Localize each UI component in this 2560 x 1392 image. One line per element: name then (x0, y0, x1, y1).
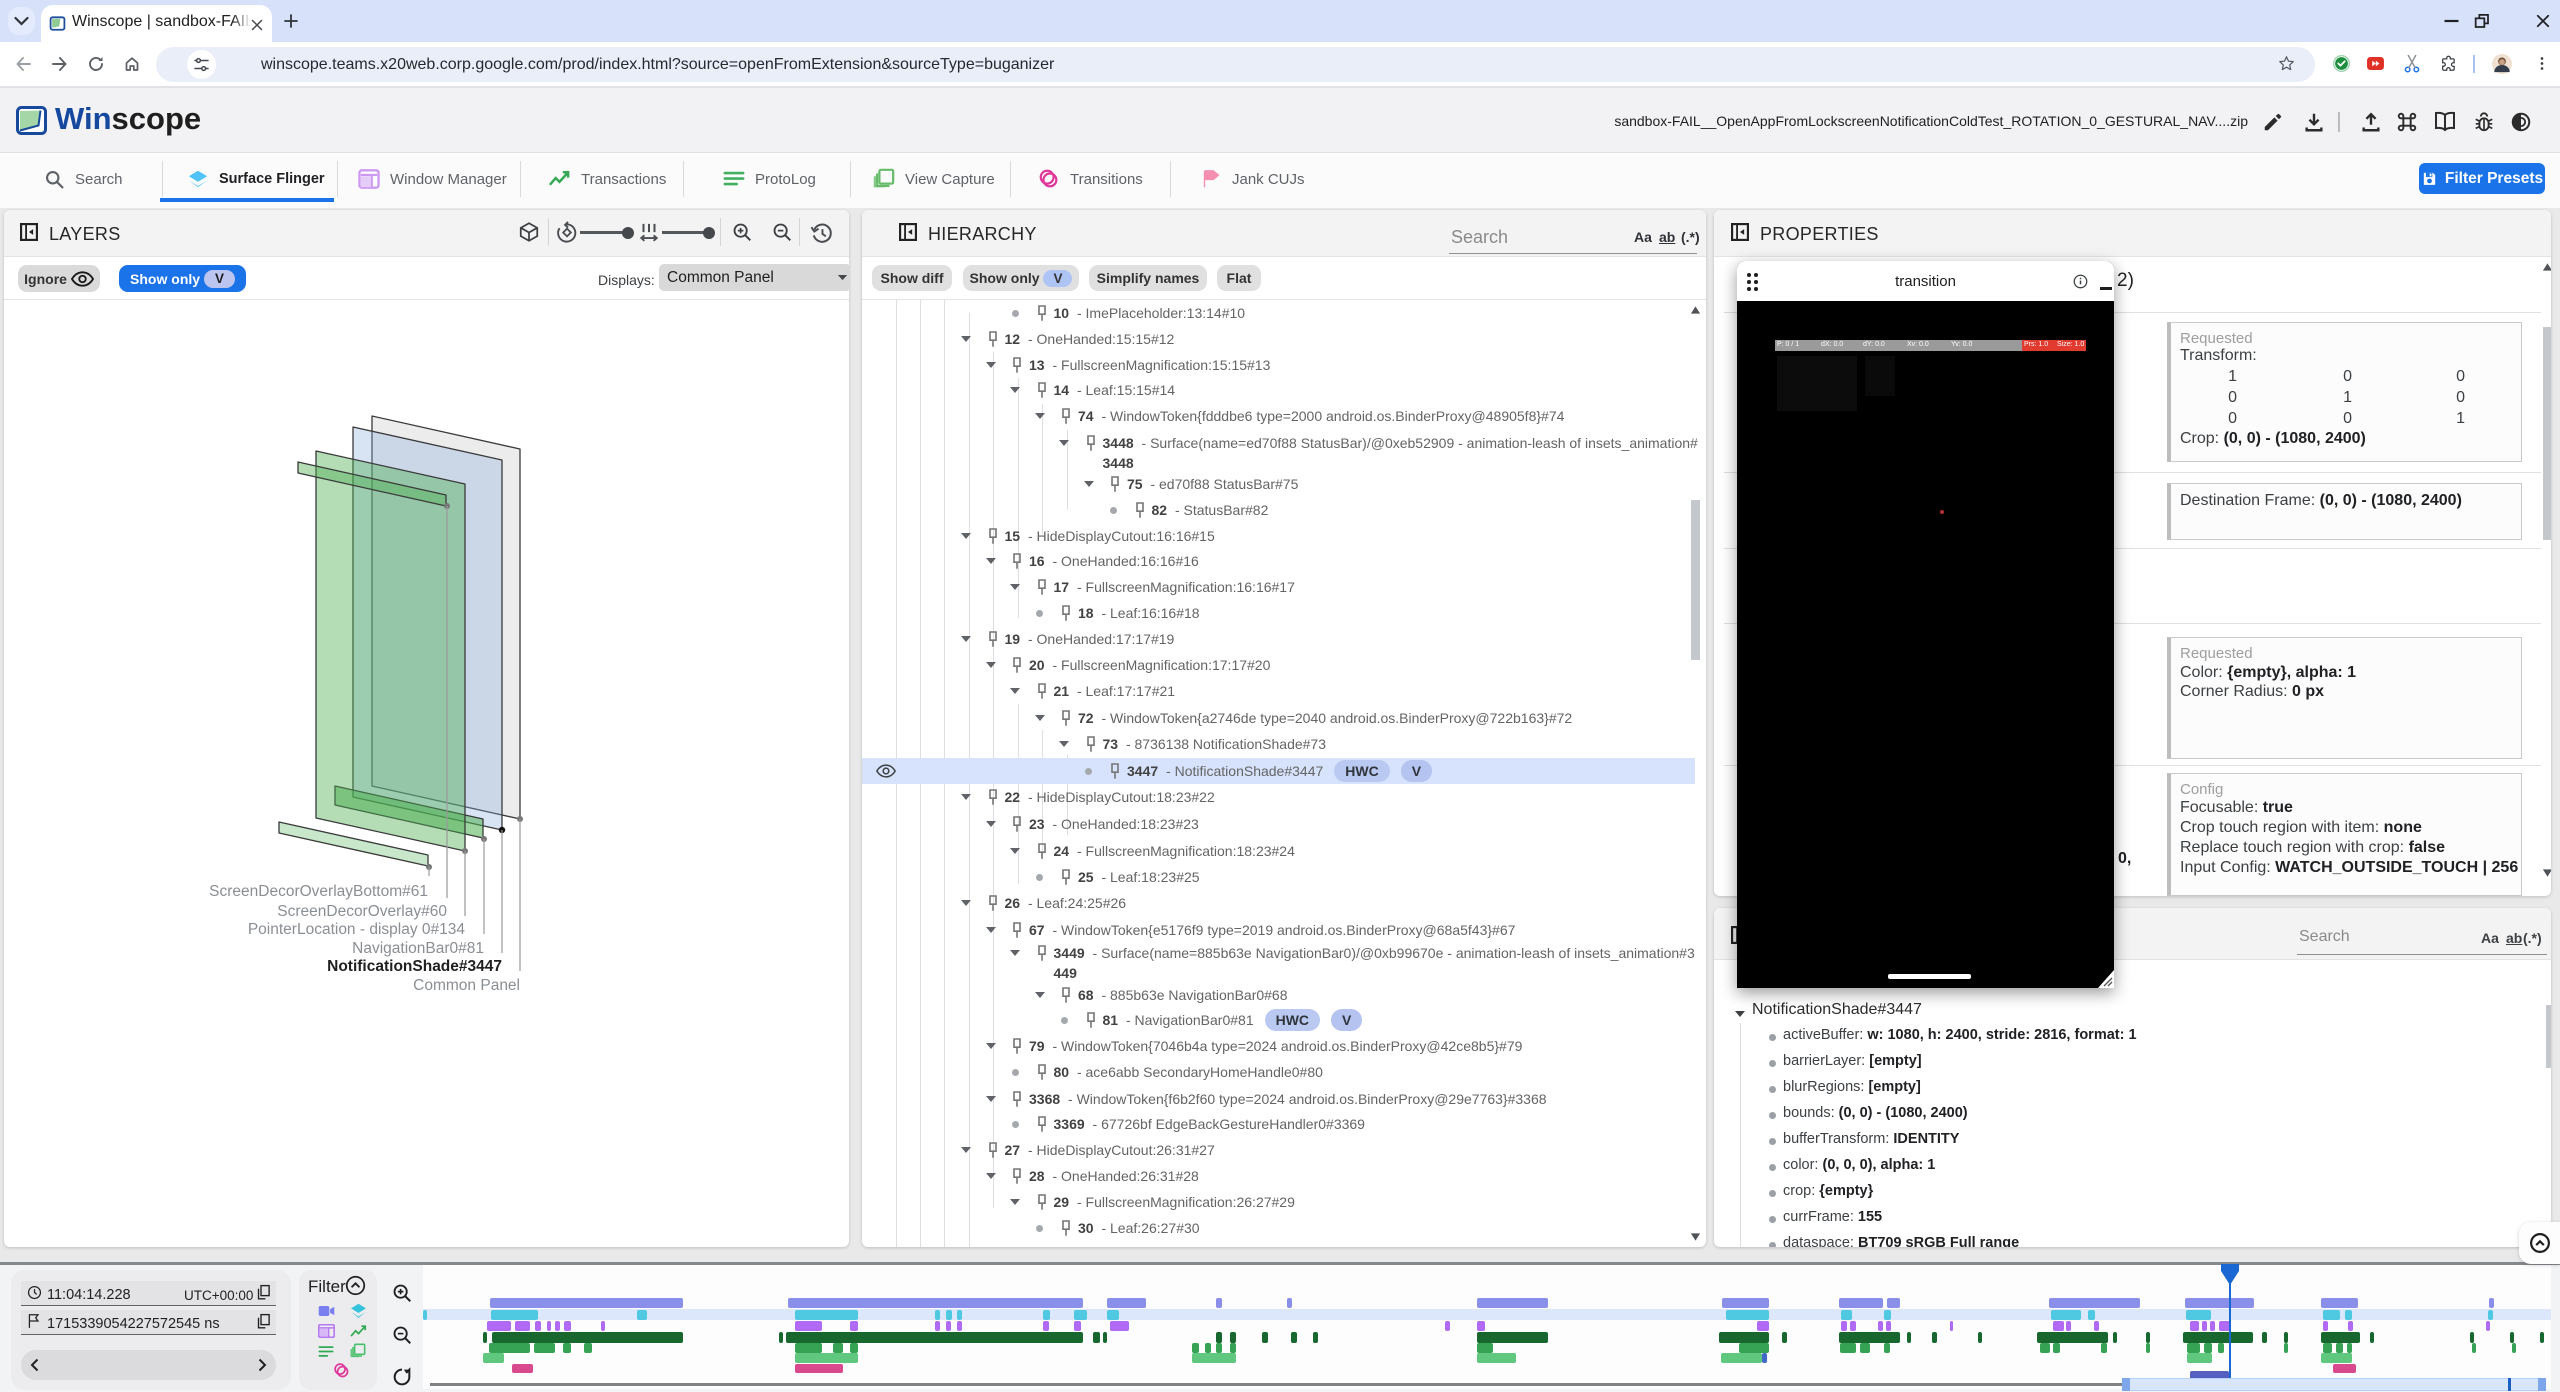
svg-text:PointerLocation - display 0#13: PointerLocation - display 0#134 (248, 921, 466, 938)
svg-text:NavigationBar0#81: NavigationBar0#81 (352, 940, 484, 957)
svg-text:NotificationShade#3447: NotificationShade#3447 (327, 958, 502, 975)
svg-text:Common Panel: Common Panel (413, 977, 520, 994)
svg-text:ScreenDecorOverlayBottom#61: ScreenDecorOverlayBottom#61 (209, 883, 428, 900)
svg-text:ScreenDecorOverlay#60: ScreenDecorOverlay#60 (277, 903, 447, 920)
